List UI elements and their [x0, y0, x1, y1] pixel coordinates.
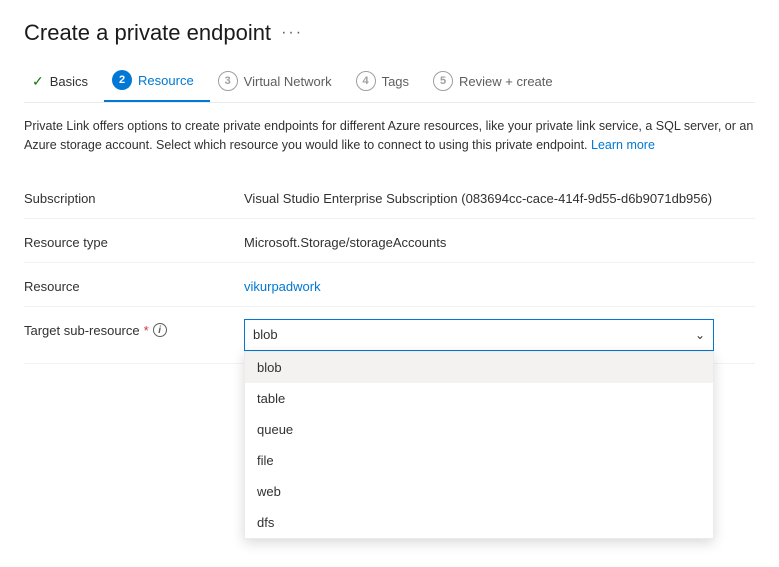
subscription-label: Subscription: [24, 187, 244, 206]
target-sub-resource-dropdown[interactable]: blob ⌄: [244, 319, 714, 351]
step-tags-label: Tags: [382, 74, 409, 89]
resource-value[interactable]: vikurpadwork: [244, 275, 755, 294]
target-sub-resource-dropdown-wrapper: blob ⌄ blob table queue file web dfs: [244, 319, 755, 351]
step-review-create-circle: 5: [433, 71, 453, 91]
description-text: Private Link offers options to create pr…: [24, 117, 755, 155]
dropdown-item-queue[interactable]: queue: [245, 414, 713, 445]
page-title-ellipsis: ···: [281, 24, 303, 42]
step-virtual-network-label: Virtual Network: [244, 74, 332, 89]
step-basics-label: Basics: [50, 74, 88, 89]
wizard-steps: ✓ Basics 2 Resource 3 Virtual Network 4 …: [24, 62, 755, 103]
info-icon[interactable]: i: [153, 323, 167, 337]
step-tags[interactable]: 4 Tags: [348, 63, 425, 101]
page-header: Create a private endpoint ···: [24, 20, 755, 46]
step-basics[interactable]: ✓ Basics: [24, 65, 104, 100]
resource-row: Resource vikurpadwork: [24, 263, 755, 307]
step-resource-circle: 2: [112, 70, 132, 90]
required-marker: *: [144, 323, 149, 338]
page-title: Create a private endpoint: [24, 20, 271, 46]
dropdown-item-web[interactable]: web: [245, 476, 713, 507]
subscription-row: Subscription Visual Studio Enterprise Su…: [24, 175, 755, 219]
dropdown-selected-value: blob: [253, 327, 278, 342]
step-review-create-label: Review + create: [459, 74, 553, 89]
dropdown-item-file[interactable]: file: [245, 445, 713, 476]
resource-label: Resource: [24, 275, 244, 294]
resource-type-label: Resource type: [24, 231, 244, 250]
step-tags-circle: 4: [356, 71, 376, 91]
step-resource-label: Resource: [138, 73, 194, 88]
learn-more-link[interactable]: Learn more: [591, 138, 655, 152]
target-sub-resource-label: Target sub-resource * i: [24, 319, 244, 338]
step-virtual-network[interactable]: 3 Virtual Network: [210, 63, 348, 101]
resource-type-row: Resource type Microsoft.Storage/storageA…: [24, 219, 755, 263]
step-review-create[interactable]: 5 Review + create: [425, 63, 569, 101]
dropdown-item-dfs[interactable]: dfs: [245, 507, 713, 538]
step-basics-check: ✓: [32, 73, 44, 90]
subscription-value: Visual Studio Enterprise Subscription (0…: [244, 187, 755, 206]
dropdown-arrow-icon: ⌄: [695, 328, 705, 342]
target-sub-resource-row: Target sub-resource * i blob ⌄ blob tabl…: [24, 307, 755, 364]
step-virtual-network-circle: 3: [218, 71, 238, 91]
form: Subscription Visual Studio Enterprise Su…: [24, 175, 755, 364]
dropdown-item-table[interactable]: table: [245, 383, 713, 414]
dropdown-item-blob[interactable]: blob: [245, 352, 713, 383]
resource-type-value: Microsoft.Storage/storageAccounts: [244, 231, 755, 250]
step-resource[interactable]: 2 Resource: [104, 62, 210, 102]
dropdown-menu: blob table queue file web dfs: [244, 351, 714, 539]
